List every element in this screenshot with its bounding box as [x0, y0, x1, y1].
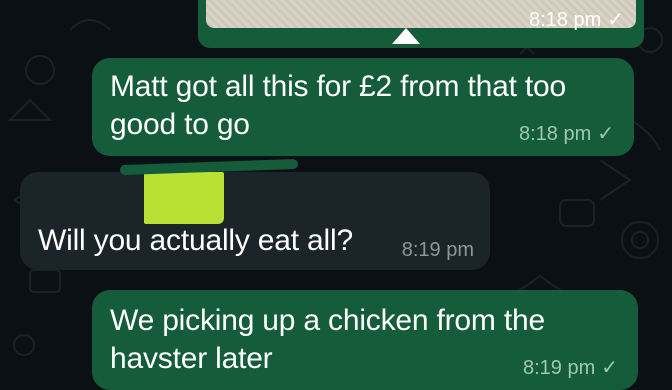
double-check-icon: ✓ [607, 9, 624, 31]
message-text-line: Matt got all this for £2 from that too [110, 70, 566, 103]
message-bubble-incoming[interactable]: Will you actually eat all? 8:19 pm [20, 172, 490, 270]
message-text-line: Will you actually eat all? [38, 224, 353, 257]
quoted-highlight-scribble [144, 172, 224, 224]
check-icon: ✓ [601, 357, 618, 379]
message-time: 8:18 pm ✓ [528, 9, 624, 31]
message-time: 8:19 pm [401, 239, 474, 261]
message-text-line: We picking up a chicken from the [110, 304, 545, 337]
message-time: 8:19 pm ✓ [522, 357, 618, 379]
message-text-line: good to go [110, 108, 250, 141]
message-bubble-outgoing[interactable]: We picking up a chicken from the havster… [92, 290, 638, 390]
bubble-tail [392, 28, 420, 44]
check-icon: ✓ [597, 123, 614, 145]
message-time: 8:18 pm ✓ [518, 123, 614, 145]
message-text-line: havster later [110, 342, 273, 375]
message-bubble-outgoing[interactable]: Matt got all this for £2 from that too g… [92, 58, 634, 156]
message-bubble-image[interactable]: 8:18 pm ✓ [198, 0, 644, 48]
